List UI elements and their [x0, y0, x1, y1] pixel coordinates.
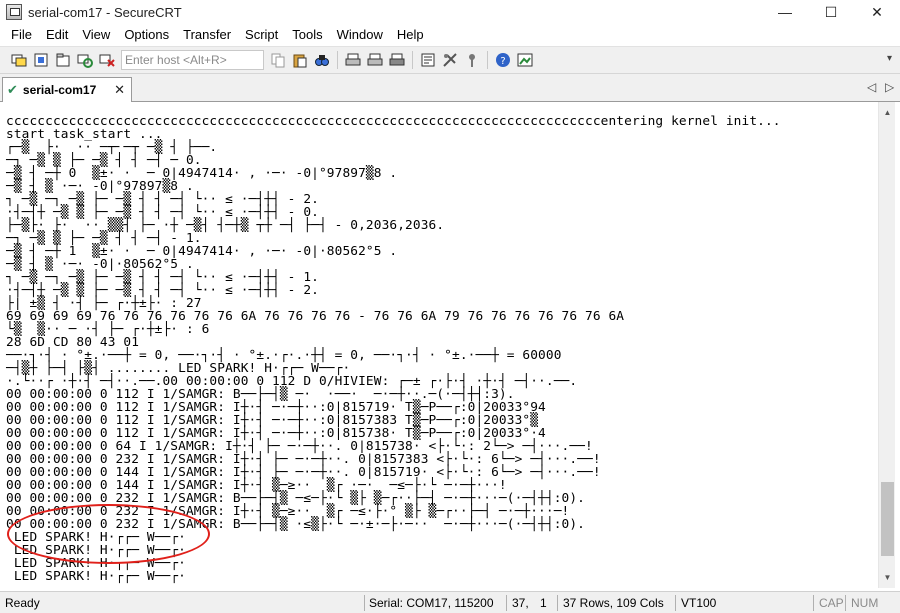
menu-tools[interactable]: Tools — [285, 25, 329, 45]
menu-window[interactable]: Window — [330, 25, 390, 45]
status-divider — [557, 595, 558, 611]
toolbar: ? ▾ — [0, 46, 900, 74]
disconnect-icon[interactable] — [96, 50, 117, 70]
menu-edit[interactable]: Edit — [39, 25, 75, 45]
status-connection: Serial: COM17, 115200 — [369, 596, 494, 610]
paste-icon[interactable] — [289, 50, 310, 70]
securecrt-app-icon[interactable] — [6, 4, 22, 20]
window-controls: — ☐ ✕ — [762, 0, 900, 24]
menu-options[interactable]: Options — [117, 25, 176, 45]
find-icon[interactable] — [311, 50, 332, 70]
close-window-button[interactable]: ✕ — [854, 0, 900, 24]
status-cursor-col: 1 — [540, 596, 547, 610]
menu-transfer[interactable]: Transfer — [176, 25, 238, 45]
status-ready: Ready — [5, 596, 40, 610]
status-divider — [675, 595, 676, 611]
menu-bar: File Edit View Options Transfer Script T… — [0, 24, 900, 46]
toolbar-separator — [337, 51, 338, 69]
tab-label: serial-com17 — [22, 83, 97, 97]
keymap-icon[interactable] — [461, 50, 482, 70]
print-selection-icon[interactable] — [364, 50, 385, 70]
terminal-output[interactable]: cccccccccccccccccccccccccccccccccccccccc… — [0, 102, 880, 588]
minimize-button[interactable]: — — [762, 0, 808, 24]
title-bar: serial-com17 - SecureCRT — ☐ ✕ — [0, 0, 900, 24]
copy-icon[interactable] — [267, 50, 288, 70]
sftp-icon[interactable] — [514, 50, 535, 70]
session-tab-bar: ✔ serial-com17 ✕ ◁ ▷ — [0, 74, 900, 102]
menu-script[interactable]: Script — [238, 25, 285, 45]
print-icon[interactable] — [386, 50, 407, 70]
connected-check-icon: ✔ — [7, 82, 18, 97]
scrollbar-thumb[interactable] — [881, 482, 894, 556]
status-divider — [813, 595, 814, 611]
tab-scroll-left-icon[interactable]: ◁ — [867, 80, 876, 94]
menu-view[interactable]: View — [75, 25, 117, 45]
scroll-down-icon[interactable]: ▼ — [879, 569, 896, 586]
session-options-icon[interactable] — [417, 50, 438, 70]
tab-scroll-right-icon[interactable]: ▷ — [885, 80, 894, 94]
window-title: serial-com17 - SecureCRT — [28, 4, 182, 20]
toolbar-overflow-icon[interactable]: ▾ — [887, 53, 892, 64]
toolbar-separator — [412, 51, 413, 69]
maximize-button[interactable]: ☐ — [808, 0, 854, 24]
menu-help[interactable]: Help — [390, 25, 431, 45]
svg-text:?: ? — [500, 56, 505, 67]
status-num-lock: NUM — [851, 596, 879, 610]
connect-in-tab-icon[interactable] — [52, 50, 73, 70]
status-bar: Ready Serial: COM17, 115200 37, 1 37 Row… — [0, 591, 900, 613]
status-terminal-size: 37 Rows, 109 Cols — [563, 596, 664, 610]
quick-connect-icon[interactable] — [30, 50, 51, 70]
scroll-up-icon[interactable]: ▲ — [879, 104, 896, 121]
terminal-line: LED SPARK! H·┌┌─ W──┌· — [6, 569, 186, 584]
toolbar-separator — [487, 51, 488, 69]
menu-file[interactable]: File — [4, 25, 39, 45]
tab-serial-com17[interactable]: ✔ serial-com17 ✕ — [2, 77, 132, 102]
status-divider — [506, 595, 507, 611]
connect-icon[interactable] — [8, 50, 29, 70]
reconnect-icon[interactable] — [74, 50, 95, 70]
help-icon[interactable]: ? — [492, 50, 513, 70]
status-divider — [364, 595, 365, 611]
status-emulation: VT100 — [681, 596, 717, 610]
terminal-scrollbar[interactable]: ▲ ▼ — [878, 102, 895, 588]
status-divider — [845, 595, 846, 611]
global-options-icon[interactable] — [439, 50, 460, 70]
print-screen-icon[interactable] — [342, 50, 363, 70]
tab-close-icon[interactable]: ✕ — [114, 82, 125, 98]
status-cursor-row: 37, — [512, 596, 529, 610]
status-caps-lock: CAP — [819, 596, 844, 610]
enter-host-input[interactable] — [121, 50, 264, 70]
